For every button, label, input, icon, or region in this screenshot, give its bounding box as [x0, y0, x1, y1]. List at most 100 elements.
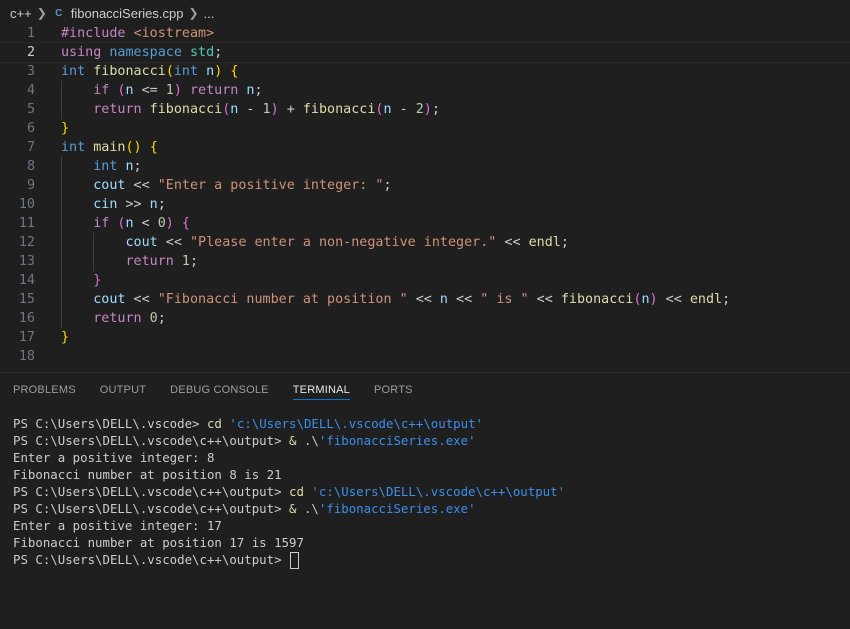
code-token: + — [278, 102, 303, 117]
code-token: n — [125, 83, 134, 98]
code-line[interactable]: 5 return fibonacci(n - 1) + fibonacci(n -… — [0, 100, 850, 119]
indent-guide — [61, 195, 62, 214]
indent-guide — [93, 233, 95, 252]
terminal-args: .\ — [296, 433, 319, 448]
code-token: 1 — [165, 83, 174, 98]
terminal-line: Enter a positive integer: 17 — [13, 517, 840, 534]
breadcrumb-ellipsis[interactable]: ... — [204, 6, 215, 21]
code-line[interactable]: 13 return 1; — [0, 252, 850, 271]
code-token: 0 — [149, 311, 158, 326]
code-line[interactable]: 1 #include <iostream> — [0, 24, 850, 43]
code-line[interactable]: 9 cout << "Enter a positive integer: "; — [0, 176, 850, 195]
terminal-prompt: PS C:\Users\DELL\.vscode\c++\output> — [13, 433, 290, 448]
code-token: n — [641, 292, 650, 307]
code-line[interactable]: 6} — [0, 119, 850, 138]
tab-debug-console[interactable]: DEBUG CONSOLE — [170, 373, 269, 407]
code-token: if — [93, 216, 110, 231]
code-token: ) — [423, 102, 432, 117]
terminal-string: 'fibonacciSeries.exe' — [318, 501, 476, 516]
terminal-output[interactable]: PS C:\Users\DELL\.vscode> cd 'c:\Users\D… — [13, 415, 840, 569]
terminal-text: Enter a positive integer: 17 — [13, 518, 222, 533]
chevron-right-icon: ❯ — [188, 6, 199, 20]
code-line[interactable]: 18 — [0, 347, 850, 366]
code-token: ; — [214, 45, 223, 60]
tab-terminal[interactable]: TERMINAL — [292, 373, 351, 407]
code-token: << — [157, 235, 190, 250]
line-number: 13 — [18, 254, 35, 269]
tab-output[interactable]: OUTPUT — [100, 373, 146, 407]
line-number: 8 — [26, 159, 35, 174]
line-number: 15 — [18, 292, 35, 307]
code-line[interactable]: 7 int main() { — [0, 138, 850, 157]
code-token: fibonacci — [560, 292, 634, 307]
code-text: return 0; — [93, 309, 166, 328]
terminal-command: cd — [206, 416, 222, 431]
code-token: << — [125, 178, 158, 193]
code-token: int — [61, 64, 86, 79]
code-text: return fibonacci(n - 1) + fibonacci(n - … — [93, 100, 440, 119]
code-token: } — [61, 121, 70, 136]
code-token: endl — [689, 292, 723, 307]
code-token: <= — [133, 83, 166, 98]
code-text: int main() { — [61, 138, 158, 157]
code-token: ) — [165, 216, 174, 231]
chevron-right-icon: ❯ — [36, 6, 47, 20]
indent-guide — [61, 157, 62, 176]
code-text: } — [61, 119, 69, 138]
code-token: ; — [560, 235, 569, 250]
code-token: return — [125, 254, 174, 269]
code-token: fibonacci — [149, 102, 223, 117]
line-number: 14 — [18, 273, 35, 288]
terminal-line: PS C:\Users\DELL\.vscode\c++\output> & .… — [13, 500, 840, 517]
code-text: #include <iostream> — [61, 24, 214, 43]
code-line[interactable]: 17} — [0, 328, 850, 347]
code-token: } — [61, 330, 70, 345]
code-line[interactable]: 11 if (n < 0) { — [0, 214, 850, 233]
terminal-line: Fibonacci number at position 8 is 21 — [13, 466, 840, 483]
terminal-text: Fibonacci number at position 8 is 21 — [13, 467, 282, 482]
code-text: } — [61, 328, 69, 347]
tab-problems[interactable]: PROBLEMS — [13, 373, 76, 407]
code-text: int n; — [93, 157, 141, 176]
code-token: cout — [93, 292, 126, 307]
code-line[interactable]: 10 cin >> n; — [0, 195, 850, 214]
code-token: ; — [383, 178, 392, 193]
code-token: ; — [133, 159, 142, 174]
code-token: return — [93, 311, 142, 326]
indent-guide — [61, 233, 62, 252]
code-line[interactable]: 16 return 0; — [0, 309, 850, 328]
breadcrumb-file[interactable]: fibonacciSeries.cpp — [71, 6, 184, 21]
tab-ports[interactable]: PORTS — [374, 373, 413, 407]
line-number: 17 — [18, 330, 35, 345]
code-line[interactable]: 8 int n; — [0, 157, 850, 176]
code-token: 1 — [262, 102, 271, 117]
code-text: return 1; — [125, 252, 198, 271]
code-line[interactable]: 15 cout << "Fibonacci number at position … — [0, 290, 850, 309]
terminal-text: Enter a positive integer: 8 — [13, 450, 215, 465]
breadcrumb: c++ ❯ C fibonacciSeries.cpp ❯ ... — [0, 0, 850, 26]
breadcrumb-folder[interactable]: c++ — [10, 6, 32, 21]
code-token: ; — [189, 254, 199, 269]
code-line[interactable]: 12 cout << "Please enter a non-negative i… — [0, 233, 850, 252]
code-text: } — [93, 271, 101, 290]
terminal-line: Enter a positive integer: 8 — [13, 449, 840, 466]
code-token: <iostream> — [133, 26, 215, 41]
code-editor[interactable]: 1 #include <iostream> 2 using namespace std… — [0, 24, 850, 372]
code-text: if (n <= 1) return n; — [93, 81, 262, 100]
code-line[interactable]: 14} — [0, 271, 850, 290]
terminal-command: cd — [289, 484, 304, 499]
code-line[interactable]: 2 using namespace std; — [0, 42, 850, 63]
code-token: >> — [117, 197, 150, 212]
code-token: n — [439, 292, 448, 307]
code-token: if — [93, 83, 110, 98]
code-token: { — [181, 216, 190, 231]
indent-guide — [61, 176, 62, 195]
code-token: 0 — [157, 216, 166, 231]
code-token: ; — [157, 311, 166, 326]
code-line[interactable]: 4 if (n <= 1) return n; — [0, 81, 850, 100]
code-line[interactable]: 3 int fibonacci(int n) { — [0, 62, 850, 81]
